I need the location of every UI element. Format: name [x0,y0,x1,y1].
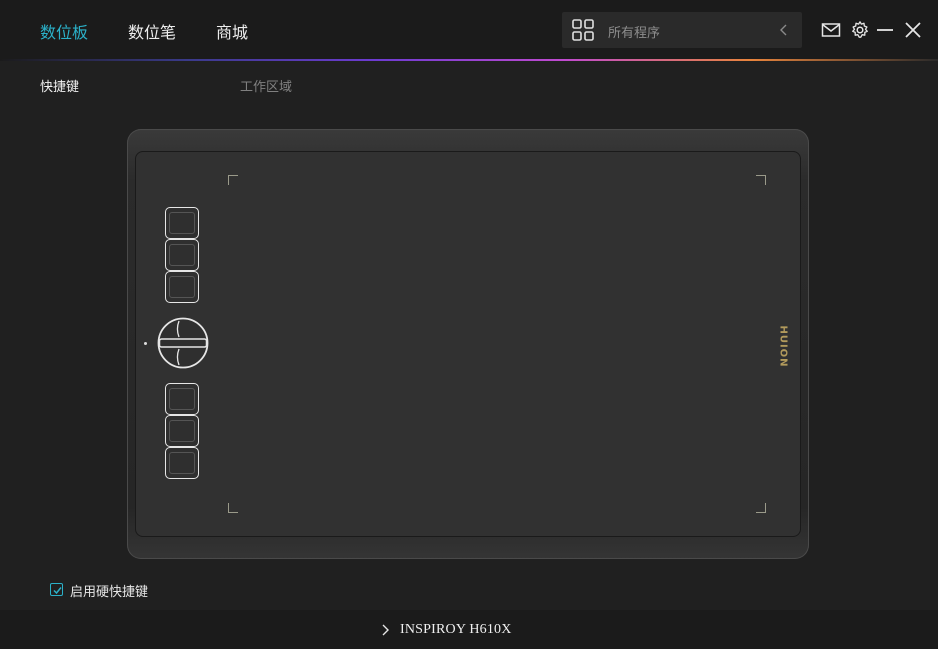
enable-hotkeys-checkbox[interactable] [50,583,63,596]
accent-line [0,59,938,61]
program-select-value: 所有程序 [608,26,661,41]
checkmark-icon [53,587,62,595]
express-key-3[interactable] [165,271,199,303]
subtab-work-area[interactable]: 工作区域 [240,76,292,95]
enable-hotkeys-label[interactable]: 启用硬快捷键 [70,581,148,600]
tab-pen[interactable]: 数位笔 [128,19,176,43]
express-key-2[interactable] [165,239,199,271]
brand-logo: HUION [763,318,803,374]
lower-key-group [165,383,199,480]
grid-icon [572,19,594,41]
gear-icon[interactable] [850,20,870,40]
subtab-shortcuts[interactable]: 快捷键 [40,76,79,95]
work-area-corner [228,503,238,513]
title-bar: 数位板 数位笔 商城 所有程序 [0,0,938,60]
express-key-4[interactable] [165,383,199,415]
work-area-corner [756,503,766,513]
tablet-illustration [127,129,809,559]
chevron-right-icon[interactable] [381,624,389,636]
work-area-corner [756,175,766,185]
tab-tablet[interactable]: 数位板 [40,19,88,43]
express-key-5[interactable] [165,415,199,447]
tablet-active-surface [135,151,801,537]
device-name: INSPIROY H610X [400,622,512,637]
dial-icon[interactable] [157,317,209,369]
express-key-6[interactable] [165,447,199,479]
tab-store[interactable]: 商城 [216,19,248,43]
program-select[interactable]: 所有程序 [562,12,802,48]
upper-key-group [165,207,199,304]
indicator-dot [144,342,147,345]
chevron-left-icon[interactable] [778,23,790,37]
close-icon[interactable] [903,20,923,40]
work-area-corner [228,175,238,185]
minimize-icon[interactable] [875,20,895,40]
brand-logo-text: HUION [777,324,789,368]
express-key-1[interactable] [165,207,199,239]
mail-icon[interactable] [821,20,841,40]
device-footer[interactable]: INSPIROY H610X [0,610,938,649]
